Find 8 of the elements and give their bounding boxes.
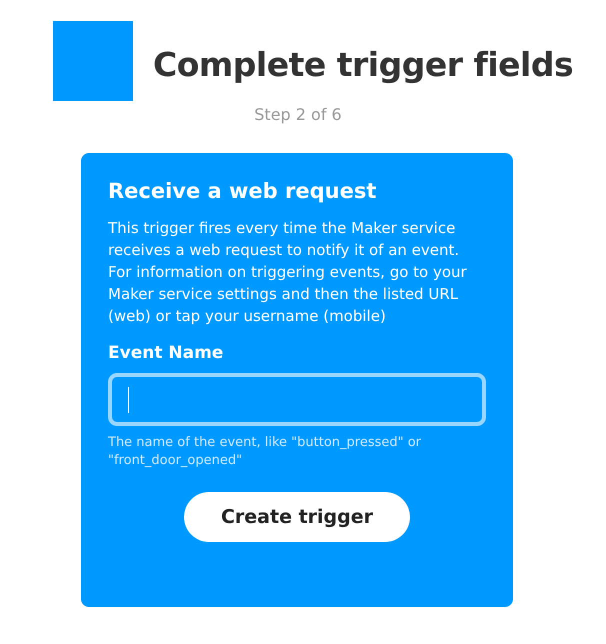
page-title: Complete trigger fields — [153, 45, 574, 84]
card-title: Receive a web request — [108, 179, 378, 203]
create-trigger-button[interactable]: Create trigger — [184, 492, 410, 542]
input-field[interactable] — [108, 373, 486, 426]
step-indicator: Step 2 of 6 — [254, 105, 342, 124]
trigger-description: This trigger fires every time the Maker service receives a web request to notify it of an event. For information on triggering events, go to your Maker service settings and then the listed URL (web) or tap your username (mobile) — [108, 218, 468, 327]
field-label: Event Name — [108, 343, 224, 363]
field-help-text: The name of the event, like "button_pressed" or "front_door_opened" — [108, 434, 422, 470]
